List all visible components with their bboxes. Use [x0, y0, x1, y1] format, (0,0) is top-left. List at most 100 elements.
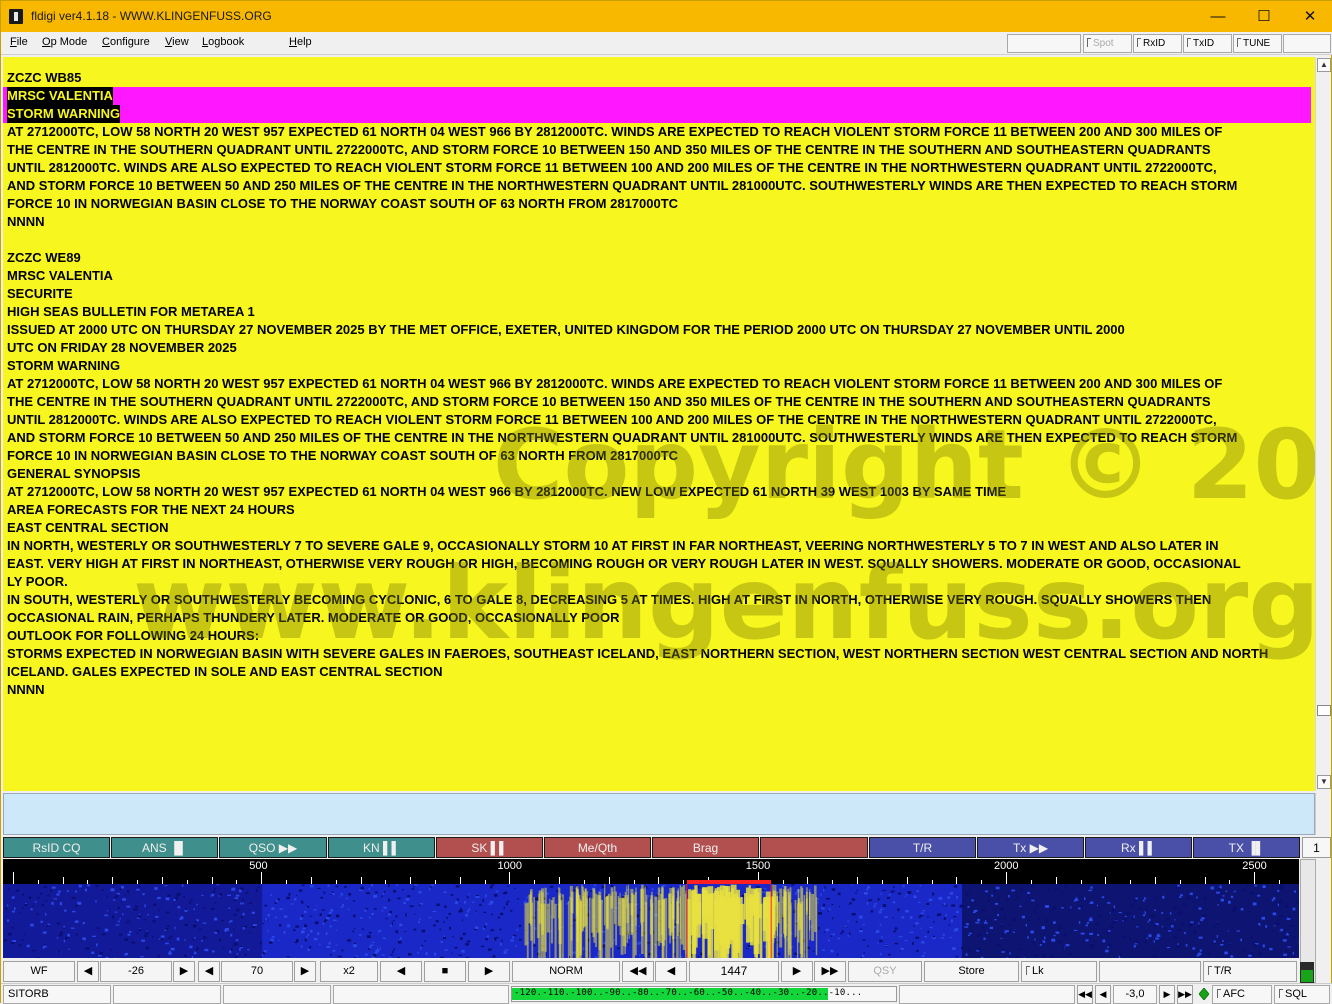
waterfall-noise: [1093, 940, 1094, 941]
scroll-down-icon[interactable]: ▼: [1317, 775, 1331, 789]
afc-fast-down-icon[interactable]: ◀◀: [1077, 985, 1093, 1004]
waterfall-noise: [1217, 904, 1218, 906]
waterfall-noise: [1280, 929, 1283, 931]
waterfall-noise: [338, 956, 342, 958]
menu-logbook[interactable]: Logbook: [202, 36, 244, 48]
afc-toggle[interactable]: AFC: [1212, 985, 1272, 1004]
ref-level-up-icon[interactable]: ▶: [173, 961, 195, 982]
waterfall-noise: [1007, 956, 1010, 958]
txid-toggle[interactable]: TxID: [1183, 34, 1232, 53]
ref-level-down-icon[interactable]: ◀: [77, 961, 99, 982]
lock-toggle[interactable]: Lk: [1021, 961, 1097, 982]
scroll-thumb[interactable]: [1317, 705, 1331, 716]
waterfall-display[interactable]: [3, 884, 1299, 958]
waterfall-noise: [652, 888, 654, 890]
waterfall-noise: [866, 889, 869, 891]
menu-op-mode[interactable]: Op Mode: [42, 36, 87, 48]
macro-set-number[interactable]: 1: [1302, 837, 1331, 858]
macro-button[interactable]: SK ▌▌: [436, 837, 543, 858]
macro-button[interactable]: T/R: [869, 837, 976, 858]
waterfall-noise: [239, 948, 241, 950]
waterfall-noise: [861, 957, 862, 958]
minimize-button[interactable]: —: [1195, 1, 1241, 32]
macro-button[interactable]: RsID CQ: [3, 837, 110, 858]
rxid-toggle[interactable]: RxID: [1133, 34, 1182, 53]
center-stop-icon[interactable]: ■: [424, 961, 466, 982]
macro-button[interactable]: ANS ▐▌: [111, 837, 218, 858]
waterfall-noise: [1113, 921, 1116, 923]
macro-button[interactable]: Tx ▶▶: [977, 837, 1084, 858]
waterfall-noise: [399, 939, 400, 940]
transmit-scrollbar[interactable]: [1315, 793, 1331, 835]
waterfall-frequency-scale[interactable]: 5001000150020002500: [3, 859, 1299, 884]
waterfall-noise: [1006, 957, 1008, 958]
sql-toggle[interactable]: SQL: [1274, 985, 1330, 1004]
freq-up-icon[interactable]: ▶: [781, 961, 813, 982]
waterfall-noise: [1136, 926, 1139, 927]
frequency-field[interactable]: 1447: [689, 961, 779, 982]
macro-button[interactable]: QSO ▶▶: [219, 837, 327, 858]
waterfall-noise: [921, 928, 922, 930]
afc-down-icon[interactable]: ◀: [1095, 985, 1111, 1004]
scroll-left-icon[interactable]: ◀: [380, 961, 422, 982]
macro-button[interactable]: Rx ▌▌: [1085, 837, 1192, 858]
waterfall-noise: [355, 955, 357, 956]
receive-text-pane[interactable]: ZCZC WB85MRSC VALENTIASTORM WARNINGAT 27…: [3, 57, 1315, 791]
menu-file[interactable]: File: [10, 36, 28, 48]
scroll-up-icon[interactable]: ▲: [1317, 58, 1331, 72]
zoom-button[interactable]: x2: [320, 961, 378, 982]
qsy-button[interactable]: QSY: [848, 961, 922, 982]
wf-mode-button[interactable]: WF: [3, 961, 75, 982]
tune-toggle[interactable]: TUNE: [1233, 34, 1282, 53]
receive-scrollbar[interactable]: ▲ ▼: [1315, 57, 1331, 791]
mode-indicator[interactable]: SITORB: [3, 985, 111, 1004]
ref-level-field[interactable]: -26: [100, 961, 172, 982]
range-field[interactable]: 70: [221, 961, 293, 982]
waterfall-noise: [1033, 911, 1035, 913]
waterfall-signal-streak: [604, 884, 605, 925]
afc-value[interactable]: -3,0: [1113, 985, 1157, 1004]
freq-fast-up-icon[interactable]: ▶▶: [814, 961, 846, 982]
close-button[interactable]: ✕: [1287, 1, 1332, 32]
spot-toggle[interactable]: Spot: [1083, 34, 1132, 53]
waterfall-noise: [167, 895, 170, 897]
afc-fast-up-icon[interactable]: ▶▶: [1177, 985, 1193, 1004]
maximize-button[interactable]: ☐: [1241, 1, 1287, 32]
waterfall-noise: [271, 938, 273, 939]
scroll-right-icon[interactable]: ▶: [468, 961, 510, 982]
macro-button[interactable]: TX ▐▌: [1193, 837, 1300, 858]
waterfall-noise: [948, 924, 950, 925]
macro-button[interactable]: Me/Qth: [544, 837, 651, 858]
freq-down-icon[interactable]: ◀: [655, 961, 687, 982]
waterfall-noise: [347, 939, 348, 941]
waterfall-noise: [837, 938, 840, 939]
macro-button[interactable]: KN ▌▌: [328, 837, 435, 858]
waterfall-noise: [390, 924, 391, 927]
waterfall-noise: [670, 887, 672, 888]
menu-configure[interactable]: Configure: [102, 36, 150, 48]
waterfall-noise: [443, 937, 446, 939]
waterfall-signal-streak: [569, 897, 570, 956]
macro-button[interactable]: [760, 837, 868, 858]
afc-up-icon[interactable]: ▶: [1159, 985, 1175, 1004]
waterfall-noise: [817, 898, 819, 900]
menu-view[interactable]: View: [165, 36, 189, 48]
waterfall-noise: [29, 896, 31, 899]
transmit-text-pane[interactable]: [3, 793, 1315, 835]
store-button[interactable]: Store: [924, 961, 1019, 982]
waterfall-noise: [7, 919, 9, 921]
tune-checkbox-icon: [1237, 38, 1241, 47]
range-down-icon[interactable]: ◀: [198, 961, 220, 982]
range-up-icon[interactable]: ▶: [294, 961, 316, 982]
waterfall-noise: [1020, 949, 1022, 951]
freq-fast-down-icon[interactable]: ◀◀: [622, 961, 654, 982]
waterfall-noise: [404, 931, 406, 932]
macro-button[interactable]: Brag: [652, 837, 759, 858]
waterfall-noise: [50, 889, 52, 892]
waterfall-noise: [822, 949, 824, 951]
speed-button[interactable]: NORM: [512, 961, 620, 982]
s-meter-scale: -120.-110.-100..-90..-80..-70..-60..-50.…: [514, 988, 862, 998]
tr-toggle[interactable]: T/R: [1203, 961, 1297, 982]
waterfall-noise: [105, 929, 109, 932]
menu-help[interactable]: Help: [289, 36, 312, 48]
